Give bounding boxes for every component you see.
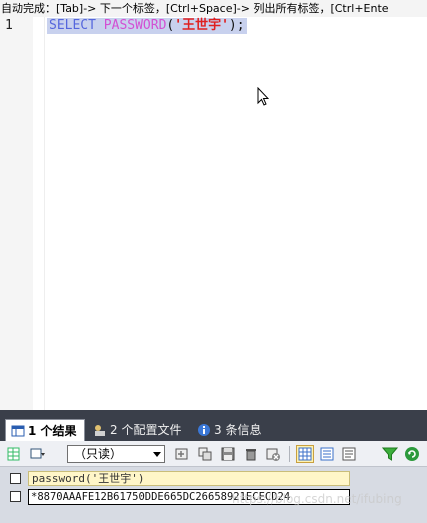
- mouse-cursor-icon: [257, 87, 269, 106]
- results-tab-strip: 1 个结果 2 个配置文件 3 条信息: [0, 410, 427, 441]
- grid-view-icon: [298, 447, 312, 461]
- line-number: 1: [5, 18, 13, 33]
- tab-results[interactable]: 1 个结果: [5, 419, 85, 441]
- filter-button[interactable]: [381, 445, 399, 463]
- cancel-icon: [266, 448, 280, 461]
- tab-profiles-label: 2 个配置文件: [110, 423, 182, 437]
- duplicate-icon: [198, 447, 212, 461]
- sql-keyword: SELECT: [49, 18, 96, 33]
- results-toolbar: （只读）: [0, 441, 427, 467]
- autocomplete-hint-bar: 自动完成：[Tab]-> 下一个标签，[Ctrl+Space]-> 列出所有标签…: [0, 0, 427, 17]
- refresh-button[interactable]: [403, 445, 421, 463]
- save-button[interactable]: [219, 445, 237, 463]
- save-icon: [221, 447, 235, 461]
- info-icon: [198, 424, 210, 436]
- profile-icon: [95, 425, 105, 436]
- results-panel: 1 个结果 2 个配置文件 3 条信息 （只读） password('王世宇')…: [0, 410, 427, 523]
- readonly-select[interactable]: （只读）: [67, 445, 165, 463]
- filter-icon: [382, 447, 398, 461]
- sql-function: PASSWORD: [103, 18, 167, 33]
- sql-close: );: [228, 18, 245, 33]
- form-view-icon: [320, 447, 334, 461]
- tab-messages[interactable]: 3 条信息: [192, 419, 270, 441]
- export-grid-button[interactable]: [5, 445, 23, 463]
- watermark: https://blog.csdn.net/ifubing: [232, 492, 402, 506]
- chevron-down-icon: [153, 452, 161, 457]
- grid-view-button[interactable]: [296, 445, 314, 463]
- text-view-icon: [342, 447, 356, 461]
- code-line[interactable]: SELECT PASSWORD('王世宇');: [47, 18, 247, 34]
- cancel-button[interactable]: [264, 445, 282, 463]
- tab-profiles[interactable]: 2 个配置文件: [88, 419, 188, 441]
- select-all-checkbox[interactable]: [10, 473, 21, 484]
- insert-row-button[interactable]: [173, 445, 191, 463]
- gutter-divider: [44, 17, 45, 410]
- table-icon: [11, 425, 25, 437]
- readonly-select-value: （只读）: [74, 447, 123, 461]
- sql-string: '王世宇': [174, 18, 229, 33]
- view-mode-button[interactable]: [29, 445, 47, 463]
- refresh-icon: [405, 447, 419, 461]
- line-number-gutter: 1: [0, 17, 33, 410]
- grid-export-icon: [7, 447, 20, 461]
- text-view-button[interactable]: [340, 445, 358, 463]
- view-dropdown-icon: [30, 448, 45, 459]
- column-header[interactable]: password('王世宇'): [28, 471, 350, 486]
- trash-icon: [246, 449, 256, 461]
- duplicate-row-button[interactable]: [196, 445, 214, 463]
- delete-button[interactable]: [242, 445, 260, 463]
- form-view-button[interactable]: [318, 445, 336, 463]
- insert-row-icon: [175, 448, 188, 460]
- sql-editor[interactable]: 1 SELECT PASSWORD('王世宇');: [0, 17, 427, 410]
- tab-messages-label: 3 条信息: [214, 423, 262, 437]
- toolbar-separator: [289, 446, 290, 462]
- row-checkbox[interactable]: [10, 491, 21, 502]
- tab-results-label: 1 个结果: [28, 424, 77, 438]
